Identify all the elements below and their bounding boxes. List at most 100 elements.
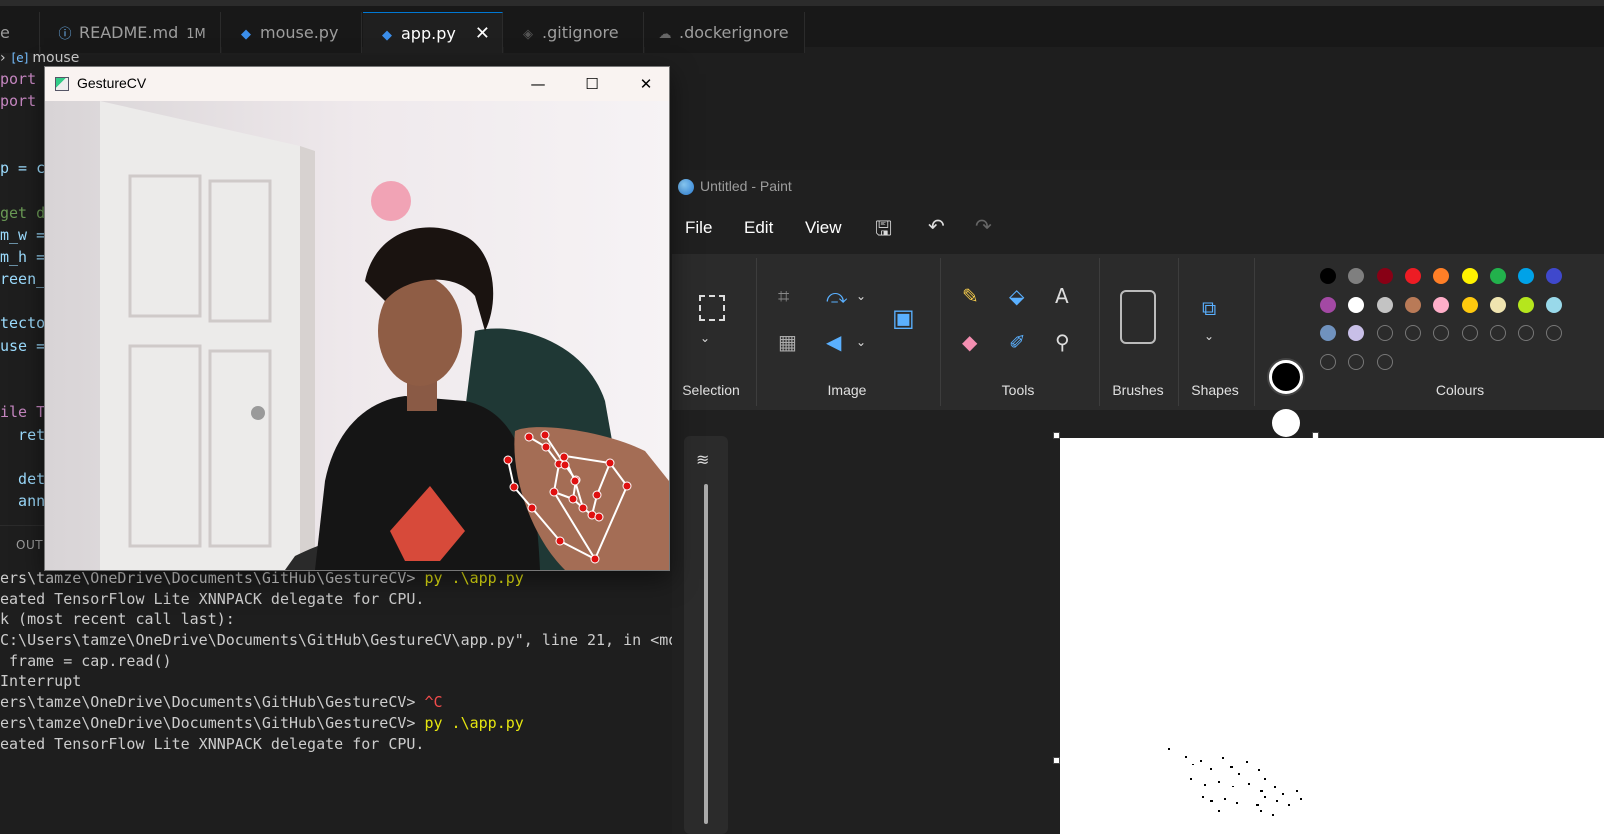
text-icon[interactable]: A [1055, 284, 1069, 308]
chevron-down-icon[interactable]: ⌄ [856, 330, 866, 354]
terminal-line: ers\tamze\OneDrive\Documents\GitHub\Gest… [0, 568, 670, 589]
custom-colour-slot[interactable] [1320, 353, 1336, 370]
tab-dockerignore[interactable]: ☁ .dockerignore [645, 12, 805, 53]
code-line: get d [0, 204, 46, 222]
colour-swatch[interactable] [1348, 296, 1365, 313]
chevron-down-icon[interactable]: ⌄ [856, 284, 866, 308]
brush-size-slider[interactable]: ≋ [684, 436, 728, 834]
drawing-canvas[interactable] [1060, 438, 1604, 834]
colour-swatch[interactable] [1404, 268, 1421, 284]
colour-swatch[interactable] [1433, 268, 1450, 284]
custom-colour-slot[interactable] [1518, 325, 1535, 341]
terminal[interactable]: ers\tamze\OneDrive\Documents\GitHub\Gest… [0, 568, 695, 754]
code-line: ret [0, 426, 46, 444]
info-icon: ⓘ [58, 27, 72, 42]
secondary-colour[interactable] [1272, 409, 1300, 437]
colour-swatch[interactable] [1461, 268, 1478, 284]
custom-colour-slot[interactable] [1461, 325, 1478, 341]
colour-swatch[interactable] [1546, 296, 1563, 313]
custom-colour-slot[interactable] [1376, 353, 1393, 370]
slider-track[interactable] [704, 484, 708, 824]
colour-swatch[interactable] [1404, 296, 1421, 313]
menu-view[interactable]: View [805, 218, 842, 238]
colour-swatch[interactable] [1320, 296, 1336, 313]
redo-icon[interactable]: ↷ [975, 214, 992, 238]
rotate-icon[interactable]: ⤼ [826, 284, 847, 308]
tab-label: .gitignore [542, 23, 619, 42]
ribbon-divider [1254, 258, 1255, 406]
save-icon[interactable]: 🖫 [875, 214, 892, 248]
menu-file[interactable]: File [685, 218, 712, 238]
custom-colour-slot[interactable] [1489, 325, 1506, 341]
resize-handle[interactable] [1053, 757, 1060, 764]
undo-icon[interactable]: ↶ [928, 214, 945, 238]
custom-colour-slot[interactable] [1546, 325, 1563, 341]
tab-readme[interactable]: ⓘ README.md 1M [41, 12, 221, 53]
brush-icon[interactable] [1120, 290, 1156, 344]
flip-icon[interactable]: ◀ [826, 330, 841, 354]
paint-menu-bar: File Edit View 🖫 ↶ ↷ [672, 210, 1072, 246]
menu-edit[interactable]: Edit [744, 218, 773, 238]
tab-label: README.md [79, 23, 179, 42]
resize-icon[interactable]: ▦ [778, 330, 797, 354]
code-line: port [0, 92, 37, 110]
door-frame [300, 146, 315, 570]
minimize-button[interactable]: — [511, 67, 565, 101]
image-creator-icon[interactable]: ▣ [892, 306, 915, 330]
terminal-line: ers\tamze\OneDrive\Documents\GitHub\Gest… [0, 692, 670, 713]
tab-app-py[interactable]: ◆ app.py ✕ [363, 12, 503, 53]
breadcrumb[interactable]: › [e] mouse [0, 50, 79, 66]
pencil-icon[interactable]: ✎ [962, 284, 979, 308]
code-line: reen_ [0, 270, 46, 288]
terminal-line: Interrupt [0, 672, 82, 691]
colour-swatch[interactable] [1518, 296, 1535, 313]
group-label-brushes: Brushes [1112, 382, 1164, 398]
colour-swatch[interactable] [1348, 325, 1365, 341]
colour-swatch[interactable] [1433, 296, 1450, 313]
custom-colour-slot[interactable] [1376, 325, 1393, 341]
chevron-down-icon[interactable]: ⌄ [1204, 324, 1214, 348]
chevron-right-icon: › [0, 50, 6, 66]
group-label-image: Image [827, 382, 867, 398]
colour-swatch[interactable] [1376, 296, 1393, 313]
eraser-icon[interactable]: ◆ [962, 330, 977, 354]
colour-swatch[interactable] [1320, 268, 1336, 284]
resize-handle[interactable] [1053, 432, 1060, 439]
tab-gitignore[interactable]: ◈ .gitignore [504, 12, 644, 53]
colour-swatch[interactable] [1518, 268, 1535, 284]
crop-icon[interactable]: ⌗ [778, 284, 789, 308]
colour-swatch[interactable] [1489, 268, 1506, 284]
terminal-line: frame = cap.read() [0, 651, 172, 670]
colour-swatch[interactable] [1320, 325, 1336, 341]
chevron-down-icon[interactable]: ⌄ [700, 326, 710, 350]
colour-swatch[interactable] [1489, 296, 1506, 313]
colour-swatch[interactable] [1348, 268, 1365, 284]
terminal-command: py .\app.py [415, 713, 524, 732]
window-title-bar[interactable]: GestureCV — ☐ ✕ [45, 67, 669, 101]
tab-partial[interactable]: e [0, 12, 40, 53]
wall-clock [371, 181, 411, 221]
ribbon-divider [1099, 258, 1100, 406]
primary-colour[interactable] [1269, 360, 1303, 394]
tab-label: app.py [401, 24, 456, 43]
selection-icon[interactable] [699, 295, 725, 321]
close-tab-icon[interactable]: ✕ [475, 13, 490, 54]
magnifier-icon[interactable]: ⚲ [1055, 330, 1070, 354]
custom-colour-slot[interactable] [1348, 353, 1365, 370]
colour-swatch[interactable] [1376, 268, 1393, 284]
shapes-icon[interactable]: ⧉ [1202, 296, 1216, 320]
tab-label: .dockerignore [679, 23, 789, 42]
canvas-drawing [1168, 748, 1302, 816]
color-picker-icon[interactable]: ✐ [1009, 330, 1026, 354]
terminal-prompt: ers\tamze\OneDrive\Documents\GitHub\Gest… [0, 713, 416, 732]
close-button[interactable]: ✕ [619, 67, 669, 101]
fill-bucket-icon[interactable]: ⬙ [1009, 284, 1024, 308]
colour-swatch[interactable] [1461, 296, 1478, 313]
maximize-button[interactable]: ☐ [565, 67, 619, 101]
custom-colour-slot[interactable] [1433, 325, 1450, 341]
custom-colour-slot[interactable] [1404, 325, 1421, 341]
colour-swatch[interactable] [1546, 268, 1563, 284]
tab-mouse-py[interactable]: ◆ mouse.py [222, 12, 362, 53]
stroke-size-icon: ≋ [696, 450, 710, 469]
group-label-selection: Selection [682, 382, 740, 398]
